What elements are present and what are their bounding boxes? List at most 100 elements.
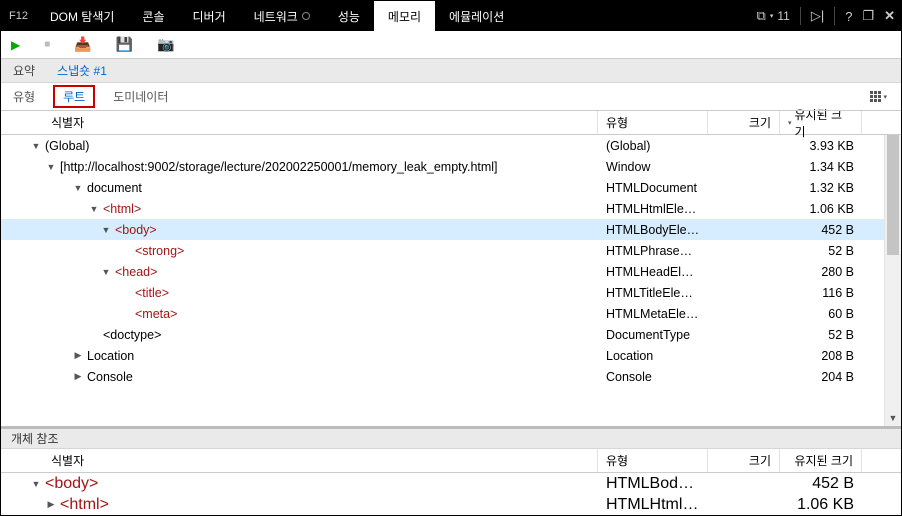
table-row[interactable]: (Global)(Global)3.93 KB bbox=[1, 135, 901, 156]
col-size[interactable]: 크기 bbox=[708, 449, 780, 472]
expand-arrow-icon[interactable] bbox=[73, 350, 83, 361]
table-row[interactable]: <body>HTMLBodyElement452 B bbox=[1, 473, 901, 494]
expand-arrow-icon bbox=[121, 246, 131, 256]
row-label: <html> bbox=[103, 202, 141, 216]
import-icon[interactable]: 📥 bbox=[74, 36, 91, 53]
f12-label: F12 bbox=[1, 1, 36, 31]
help-icon[interactable]: ? bbox=[845, 9, 852, 24]
row-identifier: <head> bbox=[1, 265, 598, 279]
expand-arrow-icon[interactable] bbox=[101, 267, 111, 277]
row-retained: 208 B bbox=[780, 349, 862, 363]
expand-arrow-icon[interactable] bbox=[73, 183, 83, 193]
row-type: DocumentType bbox=[598, 328, 708, 342]
col-type[interactable]: 유형 bbox=[598, 111, 708, 134]
tab-memory[interactable]: 메모리 bbox=[374, 1, 435, 31]
expand-arrow-icon[interactable] bbox=[73, 371, 83, 382]
grid-view-icon[interactable]: ▾ bbox=[870, 91, 887, 102]
row-type: HTMLHtmlElement bbox=[598, 202, 708, 216]
expand-arrow-icon[interactable] bbox=[31, 479, 41, 489]
expand-arrow-icon[interactable] bbox=[89, 204, 99, 214]
col-type[interactable]: 유형 bbox=[598, 449, 708, 472]
expand-arrow-icon[interactable] bbox=[101, 225, 111, 235]
row-label: document bbox=[87, 181, 142, 195]
table-row[interactable]: <meta>HTMLMetaElement60 B bbox=[1, 303, 901, 324]
tab-debugger[interactable]: 디버거 bbox=[179, 1, 240, 31]
tab-network[interactable]: 네트워크 bbox=[240, 1, 324, 31]
col-identifier[interactable]: 식별자 bbox=[1, 111, 598, 134]
stop-icon[interactable]: ■ bbox=[44, 39, 50, 50]
row-identifier: Location bbox=[1, 349, 598, 363]
table-row[interactable]: [http://localhost:9002/storage/lecture/2… bbox=[1, 156, 901, 177]
scroll-down-icon[interactable]: ▼ bbox=[885, 410, 901, 426]
memory-toolbar: ▶ ■ 📥 💾 📷 bbox=[1, 31, 901, 59]
row-identifier: [http://localhost:9002/storage/lecture/2… bbox=[1, 160, 598, 174]
row-identifier: document bbox=[1, 181, 598, 195]
table-row[interactable]: documentHTMLDocument1.32 KB bbox=[1, 177, 901, 198]
tab-dom-explorer[interactable]: DOM 탐색기 bbox=[36, 1, 128, 31]
table-row[interactable]: ConsoleConsole204 B bbox=[1, 366, 901, 387]
table-row[interactable]: <head>HTMLHeadElement280 B bbox=[1, 261, 901, 282]
close-icon[interactable]: ✕ bbox=[884, 8, 895, 24]
save-icon[interactable]: 💾 bbox=[116, 36, 133, 53]
table-row[interactable]: <body>HTMLBodyElement 452 B bbox=[1, 219, 901, 240]
undock-icon[interactable]: ❐ bbox=[862, 8, 874, 24]
tab-performance[interactable]: 성능 bbox=[324, 1, 374, 31]
row-identifier: Console bbox=[1, 370, 598, 384]
row-retained: 452 B bbox=[780, 223, 862, 237]
row-retained: 1.32 KB bbox=[780, 181, 862, 195]
table-row[interactable]: <html> HTMLHtmlElement 1.06 KB bbox=[1, 198, 901, 219]
expand-arrow-icon[interactable] bbox=[46, 499, 56, 510]
table-row[interactable]: LocationLocation208 B bbox=[1, 345, 901, 366]
expand-arrow-icon bbox=[89, 330, 99, 340]
expand-arrow-icon[interactable] bbox=[46, 162, 56, 172]
snapshot-bar: 요약 스냅숏 #1 bbox=[1, 59, 901, 83]
tab-console[interactable]: 콘솔 bbox=[128, 1, 178, 31]
tab-emulation[interactable]: 에뮬레이션 bbox=[435, 1, 518, 31]
snapshot-link[interactable]: 스냅숏 #1 bbox=[57, 62, 107, 79]
row-label: [http://localhost:9002/storage/lecture/2… bbox=[60, 160, 498, 174]
table-row[interactable]: <doctype>DocumentType52 B bbox=[1, 324, 901, 345]
expand-arrow-icon[interactable] bbox=[31, 141, 41, 151]
record-dot-icon bbox=[302, 12, 310, 20]
objref-title: 개체 참조 bbox=[1, 429, 901, 449]
row-type: HTMLMetaElement bbox=[598, 307, 708, 321]
row-retained: 1.34 KB bbox=[780, 160, 862, 174]
summary-label[interactable]: 요약 bbox=[13, 62, 35, 79]
play-icon[interactable]: ▶ bbox=[11, 38, 20, 52]
row-label: Location bbox=[87, 349, 134, 363]
row-label: <head> bbox=[115, 265, 157, 279]
row-retained: 452 B bbox=[780, 475, 862, 493]
scroll-thumb[interactable] bbox=[887, 135, 899, 255]
row-retained: 116 B bbox=[780, 286, 862, 300]
col-identifier[interactable]: 식별자 bbox=[1, 449, 598, 472]
row-label: <title> bbox=[135, 286, 169, 300]
table-row[interactable]: <strong>HTMLPhraseElem...52 B bbox=[1, 240, 901, 261]
table-row[interactable]: <html>HTMLHtmlElement1.06 KB bbox=[1, 494, 901, 515]
camera-icon[interactable]: 📷 bbox=[157, 36, 174, 53]
row-retained: 204 B bbox=[780, 370, 862, 384]
expand-arrow-icon bbox=[121, 288, 131, 298]
row-label: <body> bbox=[45, 475, 98, 493]
root-filter[interactable]: 루트 bbox=[53, 85, 95, 108]
scrollbar[interactable]: ▲ ▼ bbox=[884, 135, 901, 426]
row-identifier: <body> bbox=[1, 223, 598, 237]
col-size[interactable]: 크기 bbox=[708, 111, 780, 134]
devtools-tabbar: F12 DOM 탐색기 콘솔 디버거 네트워크 성능 메모리 에뮬레이션 ⧉▾1… bbox=[1, 1, 901, 31]
row-retained: 1.06 KB bbox=[780, 202, 862, 216]
row-retained: 280 B bbox=[780, 265, 862, 279]
row-retained: 52 B bbox=[780, 244, 862, 258]
run-console-icon[interactable]: ▷| bbox=[811, 8, 824, 24]
device-icon[interactable]: ⧉ bbox=[757, 8, 766, 24]
table-row[interactable]: <title>HTMLTitleElement116 B bbox=[1, 282, 901, 303]
row-type: HTMLBodyElement bbox=[598, 223, 708, 237]
row-type: HTMLPhraseElem... bbox=[598, 244, 708, 258]
row-identifier: (Global) bbox=[1, 139, 598, 153]
row-label: <html> bbox=[60, 496, 109, 514]
object-references-panel: 개체 참조 식별자 유형 크기 유지된 크기 <body>HTMLBodyEle… bbox=[1, 426, 901, 515]
dominator-filter[interactable]: 도미네이터 bbox=[113, 88, 168, 105]
col-retained[interactable]: ▾유지된 크기 bbox=[780, 111, 862, 134]
dropdown-icon: ▾ bbox=[770, 12, 774, 20]
col-retained[interactable]: 유지된 크기 bbox=[780, 449, 862, 472]
type-filter[interactable]: 유형 bbox=[13, 88, 35, 105]
row-identifier: <title> bbox=[1, 286, 598, 300]
